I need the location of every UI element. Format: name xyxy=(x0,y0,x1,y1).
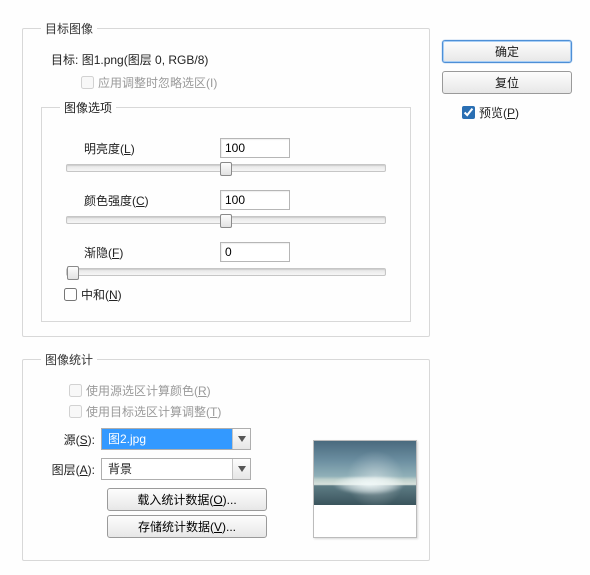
layer-value: 背景 xyxy=(102,459,232,479)
neutralize-row: 中和(N) xyxy=(64,286,392,303)
image-stats-legend: 图像统计 xyxy=(41,351,97,368)
use-source-sel-row: 使用源选区计算颜色(R) xyxy=(69,382,411,399)
fade-block: 渐隐(F) xyxy=(60,242,392,276)
preview-row: 预览(P) xyxy=(442,104,572,121)
use-source-sel-label: 使用源选区计算颜色(R) xyxy=(86,382,211,399)
use-target-sel-label: 使用目标选区计算调整(T) xyxy=(86,403,221,420)
right-column: 确定 复位 预览(P) xyxy=(442,20,572,125)
neutralize-label: 中和(N) xyxy=(81,286,122,303)
reset-button[interactable]: 复位 xyxy=(442,71,572,94)
ignore-selection-label: 应用调整时忽略选区(I) xyxy=(98,74,217,91)
lightness-thumb[interactable] xyxy=(220,162,232,176)
chevron-down-icon xyxy=(232,459,250,479)
lightness-input[interactable] xyxy=(220,138,290,158)
fade-label: 渐隐(F) xyxy=(60,244,220,261)
match-color-dialog: 目标图像 目标: 图1.png(图层 0, RGB/8) 应用调整时忽略选区(I… xyxy=(0,0,590,563)
intensity-block: 颜色强度(C) xyxy=(60,190,392,224)
lightness-block: 明亮度(L) xyxy=(60,138,392,172)
target-value: 图1.png(图层 0, RGB/8) xyxy=(82,53,209,67)
thumbnail-image xyxy=(314,441,416,505)
ignore-selection-row: 应用调整时忽略选区(I) xyxy=(81,74,411,91)
layer-combo[interactable]: 背景 xyxy=(101,458,251,480)
intensity-input[interactable] xyxy=(220,190,290,210)
neutralize-checkbox[interactable] xyxy=(64,288,77,301)
target-image-legend: 目标图像 xyxy=(41,20,97,37)
use-target-sel-checkbox[interactable] xyxy=(69,405,82,418)
use-target-sel-row: 使用目标选区计算调整(T) xyxy=(69,403,411,420)
fade-slider[interactable] xyxy=(66,268,386,276)
intensity-thumb[interactable] xyxy=(220,214,232,228)
load-stats-button[interactable]: 载入统计数据(O)... xyxy=(107,488,267,511)
image-options-group: 图像选项 明亮度(L) 颜色强度(C) xyxy=(41,99,411,322)
source-value: 图2.jpg xyxy=(102,429,232,449)
image-options-legend: 图像选项 xyxy=(60,99,116,116)
target-line: 目标: 图1.png(图层 0, RGB/8) xyxy=(51,51,411,68)
use-source-sel-checkbox[interactable] xyxy=(69,384,82,397)
ok-button[interactable]: 确定 xyxy=(442,40,572,63)
intensity-label: 颜色强度(C) xyxy=(60,192,220,209)
target-label: 目标: xyxy=(51,53,78,67)
source-thumbnail xyxy=(313,440,417,538)
source-combo[interactable]: 图2.jpg xyxy=(101,428,251,450)
fade-input[interactable] xyxy=(220,242,290,262)
fade-thumb[interactable] xyxy=(67,266,79,280)
lightness-label: 明亮度(L) xyxy=(60,140,220,157)
ignore-selection-checkbox[interactable] xyxy=(81,76,94,89)
target-image-group: 目标图像 目标: 图1.png(图层 0, RGB/8) 应用调整时忽略选区(I… xyxy=(22,20,430,337)
left-column: 目标图像 目标: 图1.png(图层 0, RGB/8) 应用调整时忽略选区(I… xyxy=(22,20,430,575)
intensity-slider[interactable] xyxy=(66,216,386,224)
image-stats-group: 图像统计 使用源选区计算颜色(R) 使用目标选区计算调整(T) 源(S): 图2… xyxy=(22,351,430,561)
layer-label: 图层(A): xyxy=(41,461,101,478)
lightness-slider[interactable] xyxy=(66,164,386,172)
source-label: 源(S): xyxy=(41,431,101,448)
save-stats-button[interactable]: 存储统计数据(V)... xyxy=(107,515,267,538)
preview-checkbox[interactable] xyxy=(462,106,475,119)
preview-label: 预览(P) xyxy=(479,104,519,121)
chevron-down-icon xyxy=(232,429,250,449)
